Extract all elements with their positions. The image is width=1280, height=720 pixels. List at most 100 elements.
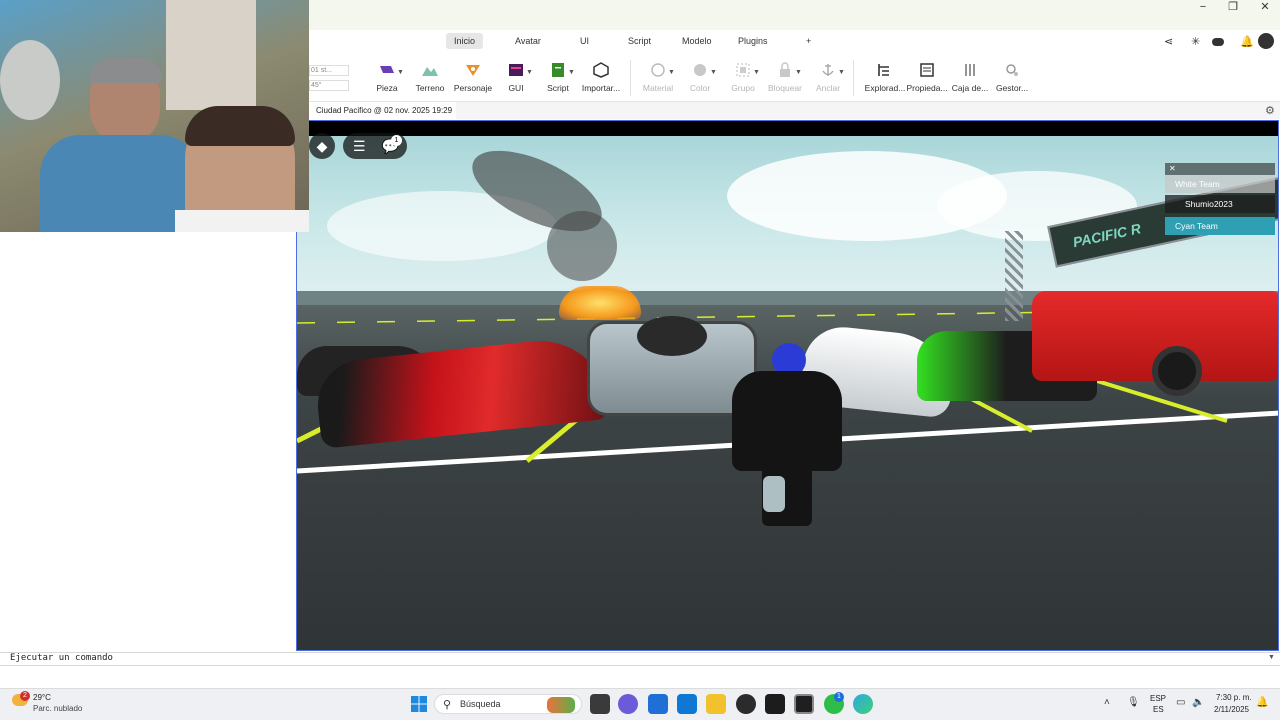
document-tab-title: Ciudad Pacifico @ 02 nov. 2025 19:29 [316,106,453,115]
poster-wall [166,0,256,110]
store-icon[interactable] [648,694,668,714]
edge-icon[interactable] [853,694,873,714]
toolbar-divider [630,60,631,96]
chevron-down-icon[interactable]: ▼ [526,69,533,76]
game-viewport[interactable]: PACIFIC R ◆ ☰ 💬 1 ✕ White Team Shumio202… [296,120,1279,651]
windows-start-icon[interactable] [410,695,428,713]
rotate-step-input[interactable]: 45° [309,80,349,91]
tool-anclar[interactable]: Anclar [803,62,853,100]
taskbar-search[interactable]: ⚲ Búsqueda [434,694,582,714]
explorer-icon [878,64,889,76]
properties-icon [920,63,934,77]
file-explorer-icon[interactable] [706,694,726,714]
anchor-icon [822,64,834,76]
tab-plugins[interactable]: Plugins [730,33,776,49]
smoke [547,211,617,281]
toolbar-divider [853,60,854,96]
chevron-down-icon[interactable]: ▼ [1268,654,1275,661]
gate-pillar [1005,231,1023,321]
settings-gear-icon[interactable]: ⚙ [1265,104,1275,117]
weather-badge: 2 [20,691,30,701]
terrain-icon [422,67,438,76]
language-top[interactable]: ESP [1150,694,1166,703]
tab-ui[interactable]: UI [572,33,597,49]
child-shirt [175,210,309,232]
roblox-menu-icon[interactable]: ◆ [309,133,335,159]
asset-manager-icon [1006,64,1018,76]
team-white[interactable]: White Team [1165,175,1275,193]
person-cap [90,58,162,83]
import-icon [593,62,609,78]
close-window-button[interactable]: ✕ [1250,0,1280,16]
command-bar[interactable] [0,652,1280,666]
tab-avatar[interactable]: Avatar [507,33,549,49]
tab-modelo[interactable]: Modelo [674,33,720,49]
player-row[interactable]: Shumio2023 [1165,195,1275,213]
avatar[interactable] [1258,33,1274,49]
kick-icon[interactable] [765,694,785,714]
gui-icon [509,64,523,76]
add-tab-button[interactable]: + [798,33,819,49]
command-input[interactable]: Ejecutar un comando [10,653,113,663]
chevron-down-icon[interactable]: ▼ [710,69,717,76]
material-icon [651,63,665,77]
truck-wheel [1152,346,1202,396]
part-icon [380,66,394,73]
desk-fan [0,40,60,120]
chevron-down-icon[interactable]: ▼ [838,69,845,76]
toolbox-icon [965,64,975,76]
hamburger-icon: ☰ [353,138,366,154]
notification-bell-icon[interactable]: 🔔 [1240,35,1254,48]
burning-car [559,286,641,320]
whatsapp-badge: 1 [834,692,844,702]
search-icon: ⚲ [443,699,452,711]
script-icon [552,63,564,77]
volume-icon[interactable]: 🔈 [1192,697,1204,708]
minimize-button[interactable]: − [1188,0,1218,16]
obs-icon[interactable] [736,694,756,714]
tool-importar[interactable]: Importar... [576,62,626,100]
tool-label: Gestor... [995,83,1029,93]
microphone-icon[interactable]: 🎙 [1127,697,1140,708]
chevron-down-icon[interactable]: ▼ [753,69,760,76]
notification-center-icon[interactable]: 🔔 [1256,697,1268,708]
mail-icon[interactable] [677,694,697,714]
chevron-up-icon[interactable]: ˄ [1104,697,1110,708]
share-icon[interactable]: ⋖ [1164,35,1173,48]
clock-time[interactable]: 7:30 p. m. [1216,693,1252,702]
tab-script[interactable]: Script [620,33,659,49]
character-icon [466,65,480,76]
player-list-close[interactable]: ✕ [1165,163,1275,175]
teams-chat-icon[interactable] [618,694,638,714]
chevron-down-icon[interactable]: ▼ [568,69,575,76]
weather-temp[interactable]: 29°C [33,693,51,702]
weather-desc[interactable]: Parc. nublado [33,704,82,713]
tool-label: Anclar [815,83,841,93]
network-icon[interactable]: ▭ [1176,697,1185,708]
chevron-down-icon[interactable]: ▼ [668,69,675,76]
tab-inicio[interactable]: Inicio [446,33,484,49]
task-view-icon[interactable] [590,694,610,714]
cloud-icon[interactable] [1212,38,1224,46]
lock-icon [780,62,790,77]
maximize-button[interactable]: ❐ [1218,0,1248,16]
tool-gestor[interactable]: Gestor... [987,62,1037,100]
team-cyan[interactable]: Cyan Team [1165,217,1275,235]
collaborate-icon[interactable]: ✳ [1191,35,1200,48]
language-bottom[interactable]: ES [1153,705,1164,714]
child-hair [185,106,295,146]
search-highlight-icon [547,697,575,713]
spare-tire [637,316,707,356]
search-label: Búsqueda [460,699,501,709]
player-avatar [732,371,842,471]
chevron-down-icon[interactable]: ▼ [795,69,802,76]
roblox-studio-icon[interactable] [794,694,814,714]
document-tab[interactable]: Ciudad Pacifico @ 02 nov. 2025 19:29 ✕ [306,102,456,132]
player-list: ✕ White Team Shumio2023 Cyan Team [1165,163,1277,239]
move-step-input[interactable]: 01 st... [309,65,349,76]
clock-date[interactable]: 2/11/2025 [1214,705,1249,714]
tool-label: Importar... [581,83,621,93]
webcam-overlay [0,0,309,232]
color-icon [694,64,706,76]
chevron-down-icon[interactable]: ▼ [397,69,404,76]
